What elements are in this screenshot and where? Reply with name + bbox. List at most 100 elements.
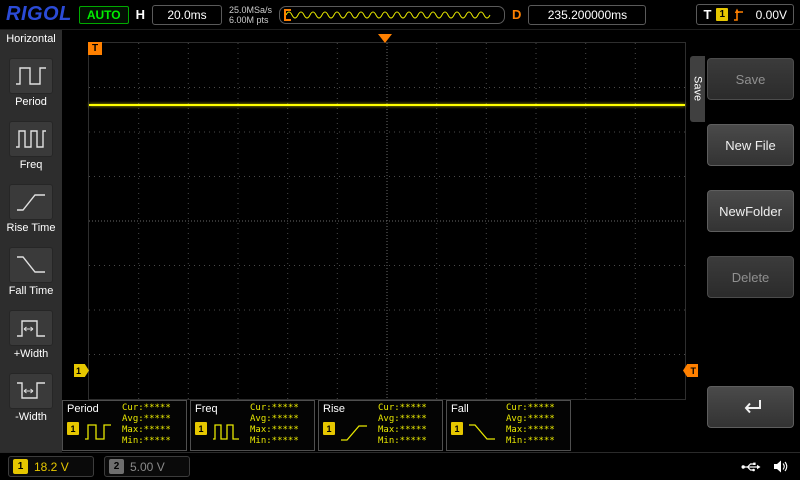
measurement-stats: Cur:***** Avg:***** Max:***** Min:***** <box>506 403 568 447</box>
run-status-badge: AUTO <box>79 6 129 24</box>
measurement-name: Period <box>67 403 99 415</box>
channel1-badge: 1 <box>13 459 28 474</box>
channel1-status[interactable]: 1 18.2 V <box>8 456 94 477</box>
trigger-source-badge: 1 <box>716 8 728 21</box>
stat-cur: Cur:***** <box>122 403 184 414</box>
fall-time-icon <box>9 247 53 283</box>
trigger-level-value: 0.00V <box>749 8 787 22</box>
stat-cur: Cur:***** <box>506 403 568 414</box>
acquisition-info: 25.0MSa/s 6.00M pts <box>229 5 272 25</box>
measurement-name: Freq <box>195 403 218 415</box>
oscilloscope-screen: RIGOL AUTO H 20.0ms 25.0MSa/s 6.00M pts … <box>0 0 800 480</box>
measurement-panel-fall: Fall 1 Cur:***** Avg:***** Max:***** Min… <box>446 400 571 451</box>
measurement-name: Rise <box>323 403 345 415</box>
channel1-scale: 18.2 V <box>34 460 69 474</box>
channel2-status[interactable]: 2 5.00 V <box>104 456 190 477</box>
minus-width-icon <box>9 373 53 409</box>
graticule <box>89 43 685 399</box>
period-icon <box>9 58 53 94</box>
trigger-status: T 1 0.00V <box>696 4 794 25</box>
measurement-panel-freq: Freq 1 Cur:***** Avg:***** Max:***** Min… <box>190 400 315 451</box>
stat-min: Min:***** <box>122 436 184 447</box>
sidebar-item-label: Rise Time <box>7 222 56 234</box>
period-icon <box>83 421 113 448</box>
status-icons <box>741 460 792 473</box>
measurement-row: Period 1 Cur:***** Avg:***** Max:***** M… <box>62 400 571 451</box>
menu-button-save[interactable]: Save <box>707 58 794 100</box>
usb-icon <box>741 461 761 473</box>
stat-avg: Avg:***** <box>378 414 440 425</box>
preview-waveform-icon <box>280 7 502 21</box>
sidebar-title: Horizontal <box>6 33 56 45</box>
memory-depth: 6.00M pts <box>229 15 269 25</box>
stat-max: Max:***** <box>122 425 184 436</box>
sidebar-item-label: -Width <box>15 411 47 423</box>
sidebar-item-label: Fall Time <box>9 285 54 297</box>
timebase-value: 20.0ms <box>152 5 222 25</box>
freq-icon <box>9 121 53 157</box>
return-arrow-icon <box>738 397 764 417</box>
delay-label: D <box>512 7 521 22</box>
channel2-scale: 5.00 V <box>130 460 165 474</box>
trigger-corner-badge: T <box>88 42 102 55</box>
stat-max: Max:***** <box>250 425 312 436</box>
trigger-slope-icon <box>733 8 744 22</box>
sidebar-item-freq[interactable]: Freq <box>9 121 53 171</box>
stat-max: Max:***** <box>506 425 568 436</box>
sidebar-item-label: Freq <box>20 159 43 171</box>
measurement-stats: Cur:***** Avg:***** Max:***** Min:***** <box>122 403 184 447</box>
rise-time-icon <box>9 184 53 220</box>
stat-avg: Avg:***** <box>506 414 568 425</box>
menu-button-new-file[interactable]: New File <box>707 124 794 166</box>
waveform-memory-preview <box>279 6 505 24</box>
rise-time-icon <box>339 421 369 448</box>
speaker-icon <box>773 460 788 473</box>
waveform-trace-ch1 <box>89 104 685 106</box>
stat-max: Max:***** <box>378 425 440 436</box>
stat-cur: Cur:***** <box>378 403 440 414</box>
trigger-position-marker[interactable] <box>378 34 392 43</box>
menu-button-delete[interactable]: Delete <box>707 256 794 298</box>
freq-icon <box>211 421 241 448</box>
channel1-offset-marker[interactable]: 1 <box>74 364 89 377</box>
sidebar-item-minus-width[interactable]: -Width <box>9 373 53 423</box>
delay-value: 235.200000ms <box>528 5 646 25</box>
measurement-channel-badge: 1 <box>67 422 79 435</box>
brand-logo: RIGOL <box>6 3 72 26</box>
menu-button-new-folder[interactable]: NewFolder <box>707 190 794 232</box>
softkey-menu: Save Save New File NewFolder Delete <box>690 30 800 452</box>
stat-avg: Avg:***** <box>250 414 312 425</box>
stat-min: Min:***** <box>506 436 568 447</box>
measurement-stats: Cur:***** Avg:***** Max:***** Min:***** <box>378 403 440 447</box>
measurement-stats: Cur:***** Avg:***** Max:***** Min:***** <box>250 403 312 447</box>
sidebar-item-plus-width[interactable]: +Width <box>9 310 53 360</box>
top-bar: RIGOL AUTO H 20.0ms 25.0MSa/s 6.00M pts … <box>0 0 800 30</box>
bottom-bar: 1 18.2 V 2 5.00 V <box>0 452 800 480</box>
fall-time-icon <box>467 421 497 448</box>
display-grid <box>88 42 686 400</box>
stat-cur: Cur:***** <box>250 403 312 414</box>
measurement-channel-badge: 1 <box>323 422 335 435</box>
horizontal-label: H <box>136 7 145 22</box>
plus-width-icon <box>9 310 53 346</box>
sidebar-item-period[interactable]: Period <box>9 58 53 108</box>
measurement-panel-rise: Rise 1 Cur:***** Avg:***** Max:***** Min… <box>318 400 443 451</box>
sample-rate: 25.0MSa/s <box>229 5 272 15</box>
measurement-channel-badge: 1 <box>195 422 207 435</box>
display-window-bracket-icon <box>284 9 291 21</box>
sidebar-item-fall-time[interactable]: Fall Time <box>9 247 54 297</box>
left-sidebar: Horizontal Period Freq Rise Time Fall Ti… <box>0 30 62 452</box>
sidebar-item-label: +Width <box>14 348 49 360</box>
measurement-name: Fall <box>451 403 469 415</box>
menu-button-back[interactable] <box>707 386 794 428</box>
channel2-badge: 2 <box>109 459 124 474</box>
measurement-panel-period: Period 1 Cur:***** Avg:***** Max:***** M… <box>62 400 187 451</box>
trigger-label: T <box>703 7 711 22</box>
sidebar-item-rise-time[interactable]: Rise Time <box>7 184 56 234</box>
stat-avg: Avg:***** <box>122 414 184 425</box>
stat-min: Min:***** <box>378 436 440 447</box>
sidebar-item-label: Period <box>15 96 47 108</box>
stat-min: Min:***** <box>250 436 312 447</box>
menu-title-tab: Save <box>690 56 705 122</box>
measurement-channel-badge: 1 <box>451 422 463 435</box>
